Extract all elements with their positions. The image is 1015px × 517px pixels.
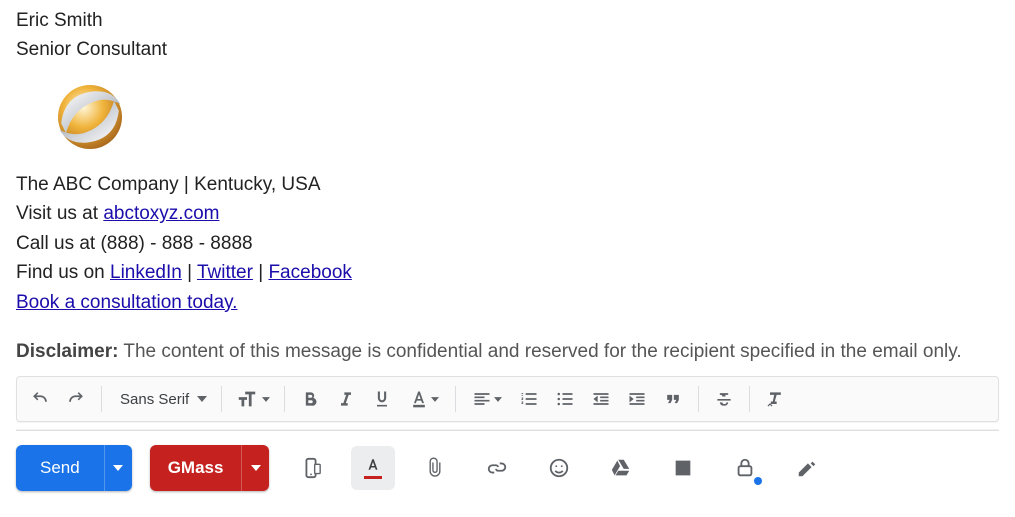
company-location: The ABC Company | Kentucky, USA <box>16 170 999 199</box>
divider <box>16 430 999 431</box>
numbered-list-button[interactable] <box>512 382 546 416</box>
font-family-label: Sans Serif <box>120 391 189 408</box>
text-color-dropdown[interactable] <box>401 382 447 416</box>
toolbar-separator <box>455 386 456 412</box>
strikethrough-button[interactable] <box>707 382 741 416</box>
bulleted-list-button[interactable] <box>548 382 582 416</box>
caret-down-icon <box>494 397 502 402</box>
caret-down-icon <box>197 396 207 402</box>
toolbar-separator <box>749 386 750 412</box>
compose-action-row: Send GMass <box>16 445 999 491</box>
italic-button[interactable] <box>329 382 363 416</box>
send-split-button: Send <box>16 445 132 491</box>
quote-button[interactable] <box>656 382 690 416</box>
website-link[interactable]: abctoxyz.com <box>103 203 219 224</box>
separator: | <box>253 262 269 283</box>
insert-emoji-icon[interactable] <box>537 446 581 490</box>
gmass-options-dropdown[interactable] <box>241 445 269 491</box>
caret-down-icon <box>262 397 270 402</box>
text-color-icon <box>364 457 382 479</box>
call-line: Call us at (888) - 888 - 8888 <box>16 229 999 258</box>
social-line: Find us on LinkedIn | Twitter | Facebook <box>16 258 999 287</box>
company-logo <box>50 77 999 166</box>
remove-formatting-button[interactable] <box>758 382 792 416</box>
toolbar-separator <box>698 386 699 412</box>
linkedin-link[interactable]: LinkedIn <box>110 262 182 283</box>
facebook-link[interactable]: Facebook <box>268 262 351 283</box>
font-family-dropdown[interactable]: Sans Serif <box>110 382 213 416</box>
send-button[interactable]: Send <box>16 445 104 491</box>
separator: | <box>182 262 197 283</box>
bold-button[interactable] <box>293 382 327 416</box>
align-dropdown[interactable] <box>464 382 510 416</box>
twitter-link[interactable]: Twitter <box>197 262 253 283</box>
toolbar-separator <box>101 386 102 412</box>
redo-button[interactable] <box>59 382 93 416</box>
gmass-split-button: GMass <box>150 445 270 491</box>
phone-device-icon[interactable] <box>289 446 333 490</box>
signature-title: Senior Consultant <box>16 35 999 64</box>
indent-more-button[interactable] <box>620 382 654 416</box>
attach-file-icon[interactable] <box>413 446 457 490</box>
disclaimer-text: The content of this message is confident… <box>118 341 961 362</box>
indent-less-button[interactable] <box>584 382 618 416</box>
find-prefix: Find us on <box>16 262 110 283</box>
signature-name: Eric Smith <box>16 6 999 35</box>
insert-signature-icon[interactable] <box>785 446 829 490</box>
gmass-button[interactable]: GMass <box>150 445 242 491</box>
compose-icon-row <box>289 446 829 490</box>
visit-prefix: Visit us at <box>16 203 103 224</box>
formatting-toolbar: Sans Serif <box>16 376 999 422</box>
visit-line: Visit us at abctoxyz.com <box>16 199 999 228</box>
email-signature-body: Eric Smith Senior Consultant <box>0 0 1015 366</box>
disclaimer: Disclaimer: The content of this message … <box>16 337 999 366</box>
toolbar-separator <box>284 386 285 412</box>
undo-button[interactable] <box>23 382 57 416</box>
insert-photo-icon[interactable] <box>661 446 705 490</box>
text-format-icon[interactable] <box>351 446 395 490</box>
confidential-mode-icon[interactable] <box>723 446 767 490</box>
toolbar-separator <box>221 386 222 412</box>
book-consultation-link[interactable]: Book a consultation today. <box>16 292 237 313</box>
send-options-dropdown[interactable] <box>104 445 132 491</box>
insert-link-icon[interactable] <box>475 446 519 490</box>
font-size-dropdown[interactable] <box>230 382 276 416</box>
caret-down-icon <box>431 397 439 402</box>
insert-drive-icon[interactable] <box>599 446 643 490</box>
disclaimer-label: Disclaimer: <box>16 341 118 362</box>
underline-button[interactable] <box>365 382 399 416</box>
